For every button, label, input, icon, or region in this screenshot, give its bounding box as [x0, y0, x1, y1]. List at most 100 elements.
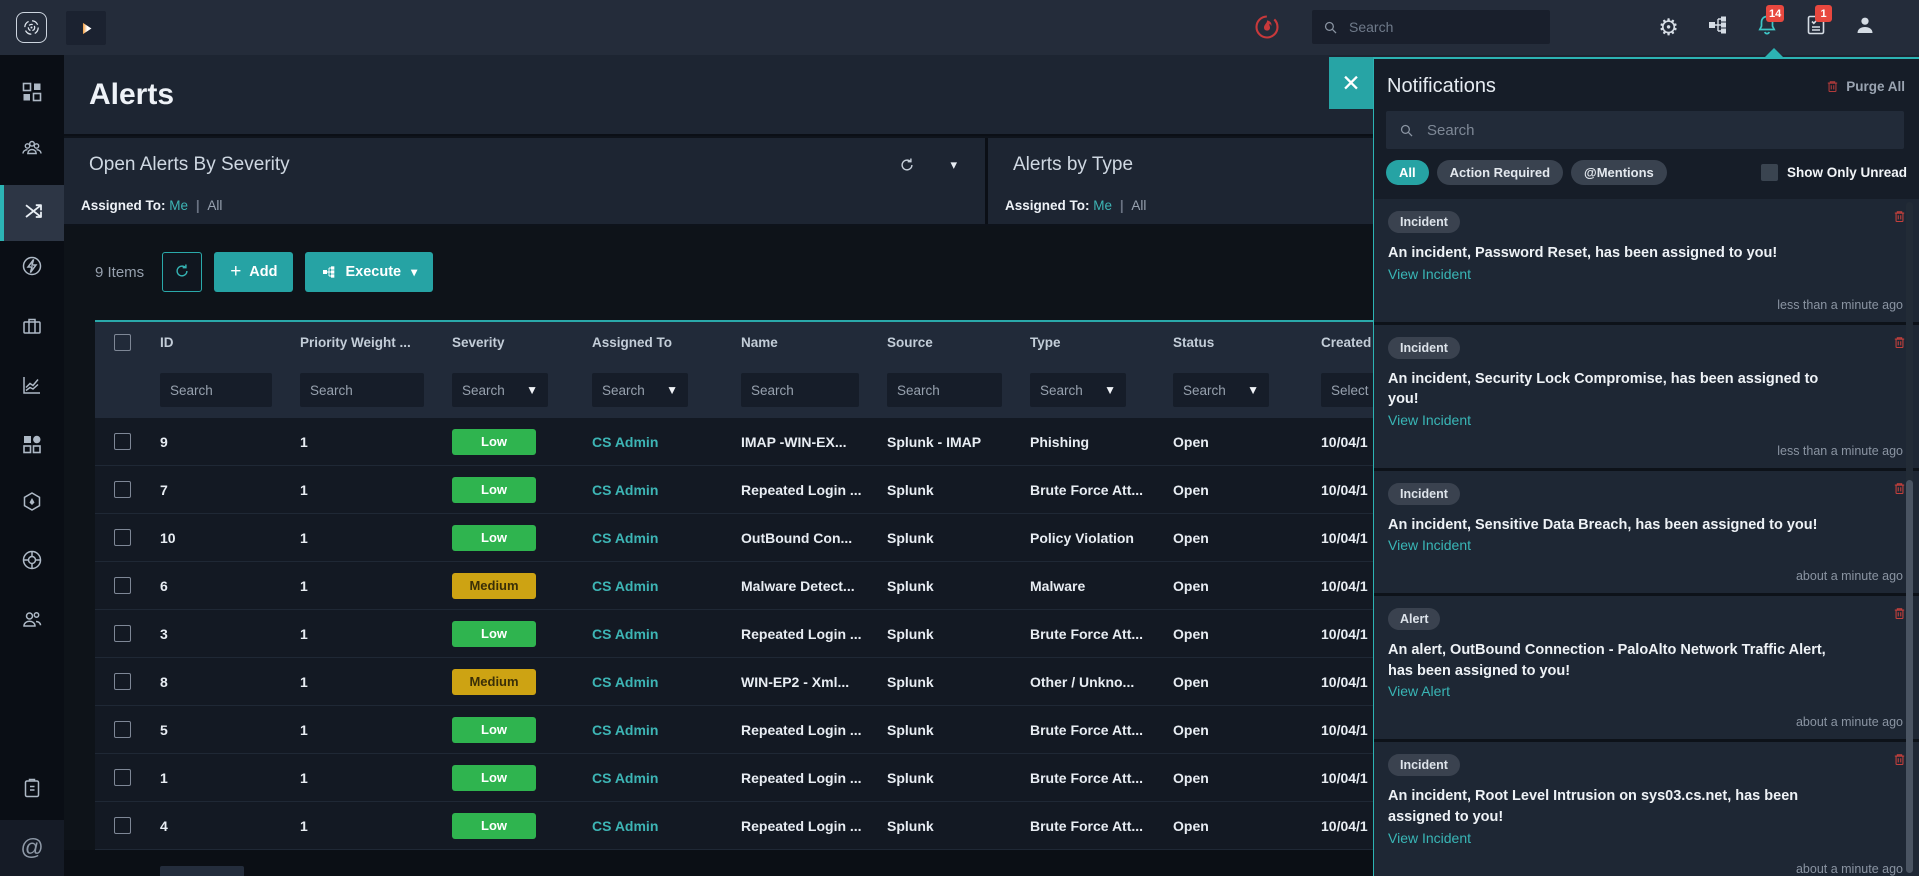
playbook-run-tab[interactable] [66, 11, 106, 45]
assigned-to-link[interactable]: CS Admin [582, 818, 731, 834]
sidebar-item-reports[interactable] [0, 363, 64, 411]
row-checkbox[interactable] [114, 577, 131, 594]
status-cell: Open [1173, 769, 1209, 786]
sidebar-item-task-list[interactable] [0, 766, 64, 814]
column-header[interactable]: Priority Weight ... [290, 335, 442, 350]
column-header[interactable]: ID [150, 335, 290, 350]
assigned-to-link[interactable]: CS Admin [582, 770, 731, 786]
assigned-me-link[interactable]: Me [1093, 198, 1112, 213]
delete-notification-icon[interactable] [1892, 752, 1907, 767]
sidebar-item-users[interactable] [0, 597, 64, 645]
row-checkbox[interactable] [114, 721, 131, 738]
notification-type-badge: Incident [1388, 211, 1460, 233]
topbar-tasks-button[interactable]: 1 [1802, 5, 1832, 41]
delete-notification-icon[interactable] [1892, 481, 1907, 496]
column-header[interactable]: Severity [442, 335, 582, 350]
global-search-input[interactable] [1349, 19, 1540, 35]
notification-link[interactable]: View Incident [1388, 830, 1863, 846]
filter-input[interactable] [300, 373, 424, 407]
assigned-to-link[interactable]: CS Admin [582, 482, 731, 498]
row-checkbox[interactable] [114, 817, 131, 834]
filter-select[interactable]: Search ▼ [1030, 373, 1126, 407]
assigned-to-link[interactable]: CS Admin [582, 530, 731, 546]
column-header[interactable]: Name [731, 335, 877, 350]
clipboard-icon [20, 776, 44, 805]
row-checkbox[interactable] [114, 481, 131, 498]
refresh-icon[interactable] [898, 156, 916, 174]
row-checkbox[interactable] [114, 529, 131, 546]
sidebar-item-missions[interactable] [0, 480, 64, 528]
refresh-table-button[interactable] [162, 252, 203, 292]
status-cell: Open [1173, 529, 1209, 546]
chevron-down-icon: ▼ [1247, 383, 1259, 397]
priority_weight-cell: 1 [300, 769, 308, 786]
column-header[interactable]: Source [877, 335, 1020, 350]
add-button[interactable]: + Add [214, 252, 294, 292]
execute-button[interactable]: Execute ▾ [305, 252, 434, 292]
assigned-me-link[interactable]: Me [169, 198, 188, 213]
notification-link[interactable]: View Incident [1388, 537, 1863, 553]
filter-select[interactable]: Search ▼ [1173, 373, 1269, 407]
sidebar-item-automations[interactable] [0, 244, 64, 292]
assigned-to-link[interactable]: CS Admin [582, 578, 731, 594]
filter-input[interactable] [741, 373, 859, 407]
notifications-close-button[interactable]: ✕ [1329, 57, 1373, 109]
topbar-integrations-button[interactable] [1704, 14, 1731, 41]
assigned-to-link[interactable]: CS Admin [582, 434, 731, 450]
filter-input[interactable] [160, 373, 272, 407]
notification-card: Incident An incident, Password Reset, has… [1374, 199, 1919, 322]
assigned-to-filter: Assigned To: Me | All [81, 198, 222, 213]
sidebar-item-dashboards[interactable] [0, 70, 64, 118]
unread-checkbox[interactable] [1760, 164, 1778, 181]
notification-link[interactable]: View Incident [1388, 266, 1863, 282]
chevron-down-icon[interactable]: ▾ [950, 157, 957, 173]
filter-select[interactable]: Search ▼ [592, 373, 688, 407]
column-header[interactable]: Type [1020, 335, 1163, 350]
live-record-icon[interactable] [1253, 13, 1281, 41]
assigned-all-link[interactable]: All [1131, 198, 1146, 213]
severity-cell: Low [442, 764, 582, 791]
notification-link[interactable]: View Alert [1388, 683, 1863, 699]
sidebar-item-mentions[interactable]: @ [0, 823, 64, 871]
row-checkbox[interactable] [114, 673, 131, 690]
app-logo-icon[interactable] [16, 12, 47, 43]
sidebar-item-teams[interactable] [0, 126, 64, 174]
users-icon [20, 607, 44, 636]
delete-notification-icon[interactable] [1892, 209, 1907, 224]
delete-notification-icon[interactable] [1892, 335, 1907, 350]
status-cell: Open [1173, 673, 1209, 690]
notification-link[interactable]: View Incident [1388, 412, 1863, 428]
page-size-select[interactable] [160, 866, 244, 876]
column-header[interactable]: Assigned To [582, 335, 731, 350]
row-checkbox[interactable] [114, 433, 131, 450]
notif-filter-pill[interactable]: Action Required [1436, 160, 1564, 185]
sidebar-item-cases[interactable] [0, 304, 64, 352]
sidebar-item-alerts[interactable] [0, 185, 64, 241]
column-header[interactable]: Status [1163, 335, 1311, 350]
topbar-profile-button[interactable] [1851, 14, 1878, 41]
assigned-to-link[interactable]: CS Admin [582, 722, 731, 738]
show-only-unread-toggle[interactable]: Show Only Unread [1760, 164, 1907, 181]
sidebar-item-network[interactable] [0, 538, 64, 586]
filter-select[interactable]: Search ▼ [452, 373, 548, 407]
header-checkbox-cell [95, 333, 150, 351]
scrollbar-thumb[interactable] [1906, 480, 1913, 873]
row-checkbox[interactable] [114, 625, 131, 642]
topbar-settings-button[interactable]: ⚙ [1655, 14, 1682, 41]
topbar-notifications-button[interactable]: 14 [1753, 5, 1785, 41]
notif-filter-pill[interactable]: @Mentions [1571, 160, 1667, 185]
notif-filter-pill[interactable]: All [1386, 160, 1429, 185]
sidebar-item-widgets[interactable] [0, 422, 64, 470]
delete-notification-icon[interactable] [1892, 606, 1907, 621]
select-all-checkbox[interactable] [114, 333, 131, 351]
assigned-all-link[interactable]: All [207, 198, 222, 213]
notification-timestamp: about a minute ago [1795, 569, 1903, 584]
notifications-search-input[interactable] [1427, 121, 1892, 139]
priority_weight-cell: 1 [300, 721, 308, 738]
filter-input[interactable] [887, 373, 1002, 407]
assigned-to-link[interactable]: CS Admin [582, 626, 731, 642]
row-checkbox[interactable] [114, 769, 131, 786]
purge-all-button[interactable]: Purge All [1825, 79, 1905, 94]
assigned-to-link[interactable]: CS Admin [582, 674, 731, 690]
notification-message: An incident, Sensitive Data Breach, has … [1388, 516, 1818, 533]
